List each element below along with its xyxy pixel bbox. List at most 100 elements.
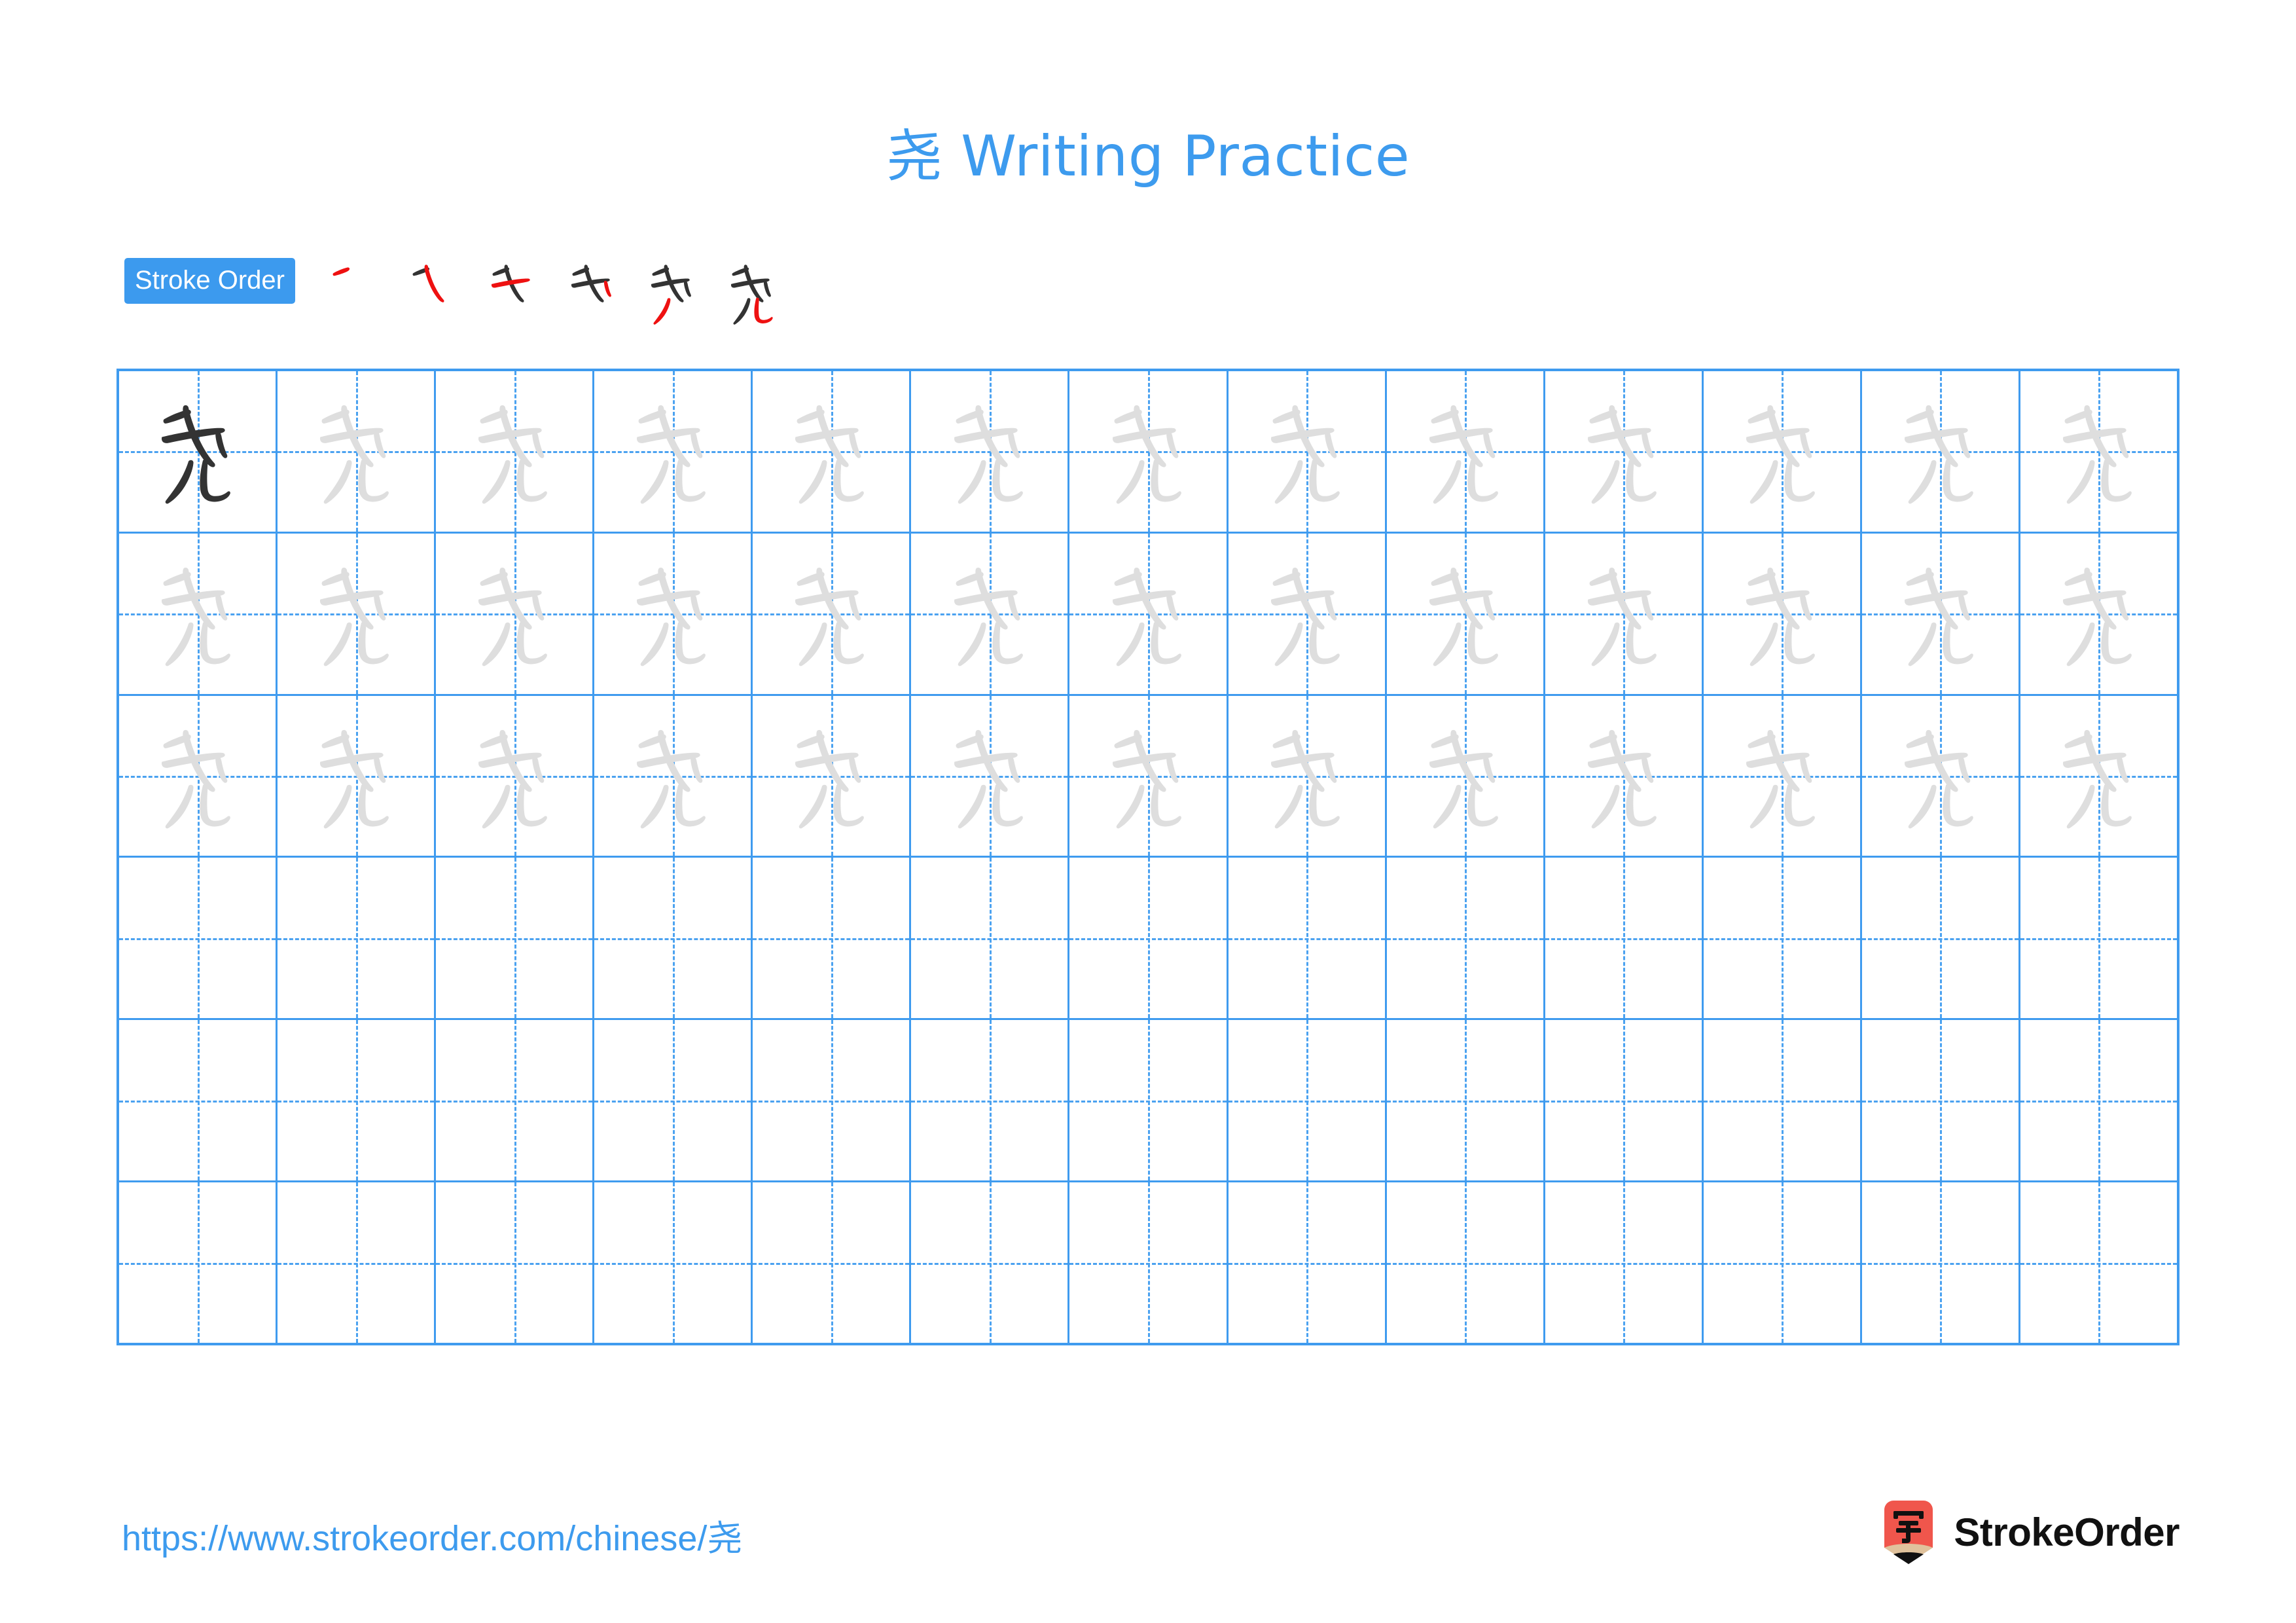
practice-cell-r3-c12[interactable] <box>1861 695 2020 856</box>
practice-cell-r3-c2[interactable] <box>278 695 437 856</box>
practice-cell-r2-c9[interactable] <box>1386 533 1545 694</box>
practice-grid-row <box>119 1182 2178 1343</box>
practice-cell-r5-c2[interactable] <box>278 1020 437 1181</box>
practice-cell-r1-c11[interactable] <box>1703 371 1862 532</box>
practice-cell-r6-c2[interactable] <box>278 1182 437 1343</box>
practice-cell-r6-c5[interactable] <box>753 1182 912 1343</box>
stroke-order-badge: Stroke Order <box>124 258 295 304</box>
practice-cell-r1-c5[interactable] <box>753 371 912 532</box>
cell-guide-vertical <box>514 1182 516 1343</box>
practice-cell-r4-c7[interactable] <box>1069 858 1229 1019</box>
practice-cell-r5-c7[interactable] <box>1069 1020 1229 1181</box>
practice-cell-r2-c10[interactable] <box>1545 533 1704 694</box>
practice-cell-r5-c1[interactable] <box>119 1020 278 1181</box>
practice-cell-r6-c3[interactable] <box>436 1182 595 1343</box>
practice-cell-r1-c7[interactable] <box>1069 371 1229 532</box>
practice-cell-r5-c3[interactable] <box>436 1020 595 1181</box>
practice-cell-r3-c8[interactable] <box>1228 695 1387 856</box>
trace-character <box>1558 704 1689 848</box>
practice-cell-r1-c10[interactable] <box>1545 371 1704 532</box>
practice-cell-r1-c6[interactable] <box>911 371 1070 532</box>
practice-cell-r4-c2[interactable] <box>278 858 437 1019</box>
stroke-step-4 <box>553 253 633 333</box>
practice-cell-r1-c9[interactable] <box>1386 371 1545 532</box>
practice-cell-r3-c11[interactable] <box>1703 695 1862 856</box>
trace-character <box>1558 379 1689 523</box>
practice-cell-r2-c8[interactable] <box>1228 533 1387 694</box>
practice-cell-r5-c5[interactable] <box>753 1020 912 1181</box>
practice-cell-r5-c9[interactable] <box>1386 1020 1545 1181</box>
practice-cell-r4-c1[interactable] <box>119 858 278 1019</box>
practice-cell-r5-c11[interactable] <box>1703 1020 1862 1181</box>
practice-cell-r6-c9[interactable] <box>1386 1182 1545 1343</box>
practice-cell-r4-c4[interactable] <box>594 858 753 1019</box>
practice-cell-r6-c10[interactable] <box>1545 1182 1704 1343</box>
practice-cell-r6-c6[interactable] <box>911 1182 1070 1343</box>
practice-cell-r4-c6[interactable] <box>911 858 1070 1019</box>
cell-guide-vertical <box>1148 1020 1150 1181</box>
practice-cell-r2-c13[interactable] <box>2020 533 2178 694</box>
practice-cell-r2-c2[interactable] <box>278 533 437 694</box>
practice-cell-r5-c6[interactable] <box>911 1020 1070 1181</box>
practice-cell-r4-c5[interactable] <box>753 858 912 1019</box>
cell-guide-vertical <box>1782 1020 1784 1181</box>
cell-guide-vertical <box>1623 1182 1626 1343</box>
footer-url-link[interactable]: https://www.strokeorder.com/chinese/尧 <box>122 1509 742 1561</box>
practice-cell-r2-c11[interactable] <box>1703 533 1862 694</box>
trace-character <box>1716 704 1848 848</box>
practice-cell-r1-c2[interactable] <box>278 371 437 532</box>
trace-character <box>765 379 897 523</box>
practice-cell-r3-c7[interactable] <box>1069 695 1229 856</box>
trace-character <box>1399 541 1531 685</box>
trace-character <box>1083 379 1214 523</box>
practice-cell-r6-c11[interactable] <box>1703 1182 1862 1343</box>
practice-cell-r3-c5[interactable] <box>753 695 912 856</box>
cell-guide-vertical <box>2098 1182 2101 1343</box>
footer-brand: StrokeOrder <box>1880 1496 2179 1568</box>
practice-cell-r1-c1[interactable] <box>119 371 278 532</box>
practice-cell-r1-c13[interactable] <box>2020 371 2178 532</box>
cell-guide-vertical <box>831 858 833 1019</box>
practice-cell-r6-c1[interactable] <box>119 1182 278 1343</box>
practice-cell-r4-c11[interactable] <box>1703 858 1862 1019</box>
practice-cell-r3-c3[interactable] <box>436 695 595 856</box>
practice-cell-r5-c4[interactable] <box>594 1020 753 1181</box>
practice-cell-r3-c1[interactable] <box>119 695 278 856</box>
practice-cell-r3-c4[interactable] <box>594 695 753 856</box>
practice-cell-r3-c6[interactable] <box>911 695 1070 856</box>
practice-cell-r3-c13[interactable] <box>2020 695 2178 856</box>
practice-cell-r1-c12[interactable] <box>1861 371 2020 532</box>
practice-cell-r6-c8[interactable] <box>1228 1182 1387 1343</box>
practice-cell-r5-c13[interactable] <box>2020 1020 2178 1181</box>
practice-cell-r2-c6[interactable] <box>911 533 1070 694</box>
cell-guide-vertical <box>355 1020 358 1181</box>
cell-guide-vertical <box>831 1182 833 1343</box>
practice-cell-r4-c3[interactable] <box>436 858 595 1019</box>
practice-cell-r1-c3[interactable] <box>436 371 595 532</box>
practice-cell-r3-c9[interactable] <box>1386 695 1545 856</box>
practice-cell-r2-c1[interactable] <box>119 533 278 694</box>
practice-cell-r4-c9[interactable] <box>1386 858 1545 1019</box>
practice-cell-r2-c4[interactable] <box>594 533 753 694</box>
practice-cell-r5-c8[interactable] <box>1228 1020 1387 1181</box>
practice-cell-r6-c7[interactable] <box>1069 1182 1229 1343</box>
cell-guide-vertical <box>672 858 675 1019</box>
practice-cell-r1-c4[interactable] <box>594 371 753 532</box>
practice-cell-r2-c5[interactable] <box>753 533 912 694</box>
practice-cell-r3-c10[interactable] <box>1545 695 1704 856</box>
practice-cell-r5-c12[interactable] <box>1861 1020 2020 1181</box>
practice-cell-r6-c12[interactable] <box>1861 1182 2020 1343</box>
practice-cell-r5-c10[interactable] <box>1545 1020 1704 1181</box>
practice-cell-r6-c13[interactable] <box>2020 1182 2178 1343</box>
practice-cell-r1-c8[interactable] <box>1228 371 1387 532</box>
practice-cell-r2-c3[interactable] <box>436 533 595 694</box>
practice-cell-r4-c8[interactable] <box>1228 858 1387 1019</box>
practice-cell-r2-c7[interactable] <box>1069 533 1229 694</box>
cell-guide-vertical <box>1782 1182 1784 1343</box>
practice-cell-r2-c12[interactable] <box>1861 533 2020 694</box>
practice-cell-r4-c13[interactable] <box>2020 858 2178 1019</box>
practice-cell-r4-c10[interactable] <box>1545 858 1704 1019</box>
practice-cell-r6-c4[interactable] <box>594 1182 753 1343</box>
brand-name: StrokeOrder <box>1954 1510 2179 1554</box>
practice-cell-r4-c12[interactable] <box>1861 858 2020 1019</box>
